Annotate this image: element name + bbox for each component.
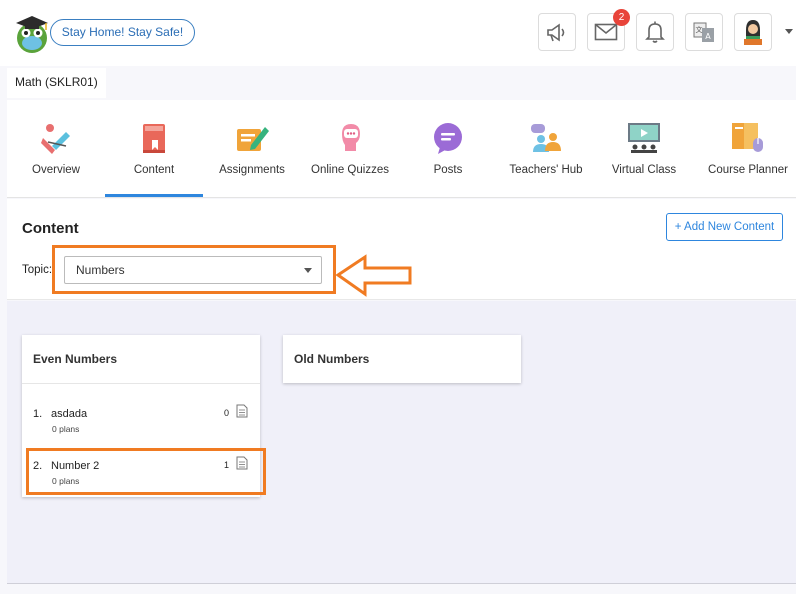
quiz-icon (342, 124, 360, 151)
tab-course-planner[interactable]: Course Planner (699, 100, 796, 197)
tab-label: Virtual Class (611, 164, 677, 176)
card-title[interactable]: Even Numbers (22, 335, 260, 383)
megaphone-icon (547, 23, 565, 42)
presentation-icon (628, 123, 660, 153)
bell-icon (645, 21, 665, 43)
tab-virtual-class[interactable]: Virtual Class (595, 100, 693, 197)
tab-label: Overview (32, 164, 80, 176)
announcements-button[interactable] (538, 13, 576, 51)
document-icon[interactable] (236, 404, 248, 418)
svg-text:文: 文 (696, 25, 703, 34)
mail-icon (594, 23, 618, 41)
tab-label: Assignments (219, 164, 285, 176)
course-label: Math (SKLR01) (7, 68, 106, 98)
top-bar: Stay Home! Stay Safe! 2 A 文 (0, 0, 796, 66)
tab-label: Teachers' Hub (509, 164, 583, 176)
topic-card-old-numbers: Old Numbers (283, 335, 521, 383)
content-header: Content + Add New Content Topic: Numbers (7, 199, 796, 300)
planner-icon (732, 123, 763, 152)
highlight-box-topic (52, 245, 336, 294)
tab-label: Course Planner (708, 164, 788, 176)
user-menu-button[interactable] (734, 13, 772, 51)
item-title[interactable]: asdada (51, 408, 87, 420)
messages-badge: 2 (613, 9, 630, 26)
tab-online-quizzes[interactable]: Online Quizzes (301, 100, 399, 197)
stay-safe-banner[interactable]: Stay Home! Stay Safe! (50, 19, 195, 46)
content-body: Even Numbers 1. asdada 0 plans 0 2. Numb… (7, 301, 796, 584)
topic-card-even-numbers: Even Numbers 1. asdada 0 plans 0 2. Numb… (22, 335, 266, 497)
tab-label: Content (133, 164, 175, 176)
divider (22, 383, 260, 384)
add-new-content-button[interactable]: + Add New Content (666, 213, 783, 241)
highlight-box-item (26, 448, 266, 495)
tab-label: Online Quizzes (311, 164, 389, 176)
page-title: Content (22, 220, 79, 237)
card-title[interactable]: Old Numbers (283, 335, 521, 383)
list-item[interactable]: 1. asdada 0 plans 0 (22, 404, 260, 452)
module-nav: Overview Content Assignments Online Quiz… (7, 100, 796, 198)
tab-overview[interactable]: Overview (7, 100, 105, 197)
chat-bubble-icon (434, 123, 462, 154)
notifications-button[interactable] (636, 13, 674, 51)
assignment-icon (237, 127, 269, 151)
chevron-down-icon[interactable] (785, 29, 793, 34)
item-count: 0 (224, 408, 230, 418)
mascot-logo[interactable] (10, 12, 54, 56)
messages-button[interactable]: 2 (587, 9, 630, 51)
tab-label: Posts (433, 164, 463, 176)
tab-teachers-hub[interactable]: Teachers' Hub (497, 100, 595, 197)
translate-icon: A 文 (693, 22, 714, 42)
tab-content[interactable]: Content (105, 100, 203, 197)
arrow-left-icon (335, 254, 412, 297)
topic-label: Topic: (22, 264, 53, 276)
people-icon (531, 124, 561, 152)
overview-icon (41, 124, 70, 154)
svg-text:A: A (705, 32, 711, 41)
item-number: 1. (33, 408, 43, 420)
book-icon (143, 124, 165, 153)
tab-assignments[interactable]: Assignments (203, 100, 301, 197)
tab-posts[interactable]: Posts (399, 100, 497, 197)
item-plans: 0 plans (52, 424, 80, 434)
user-avatar (744, 20, 762, 45)
language-button[interactable]: A 文 (685, 13, 723, 51)
